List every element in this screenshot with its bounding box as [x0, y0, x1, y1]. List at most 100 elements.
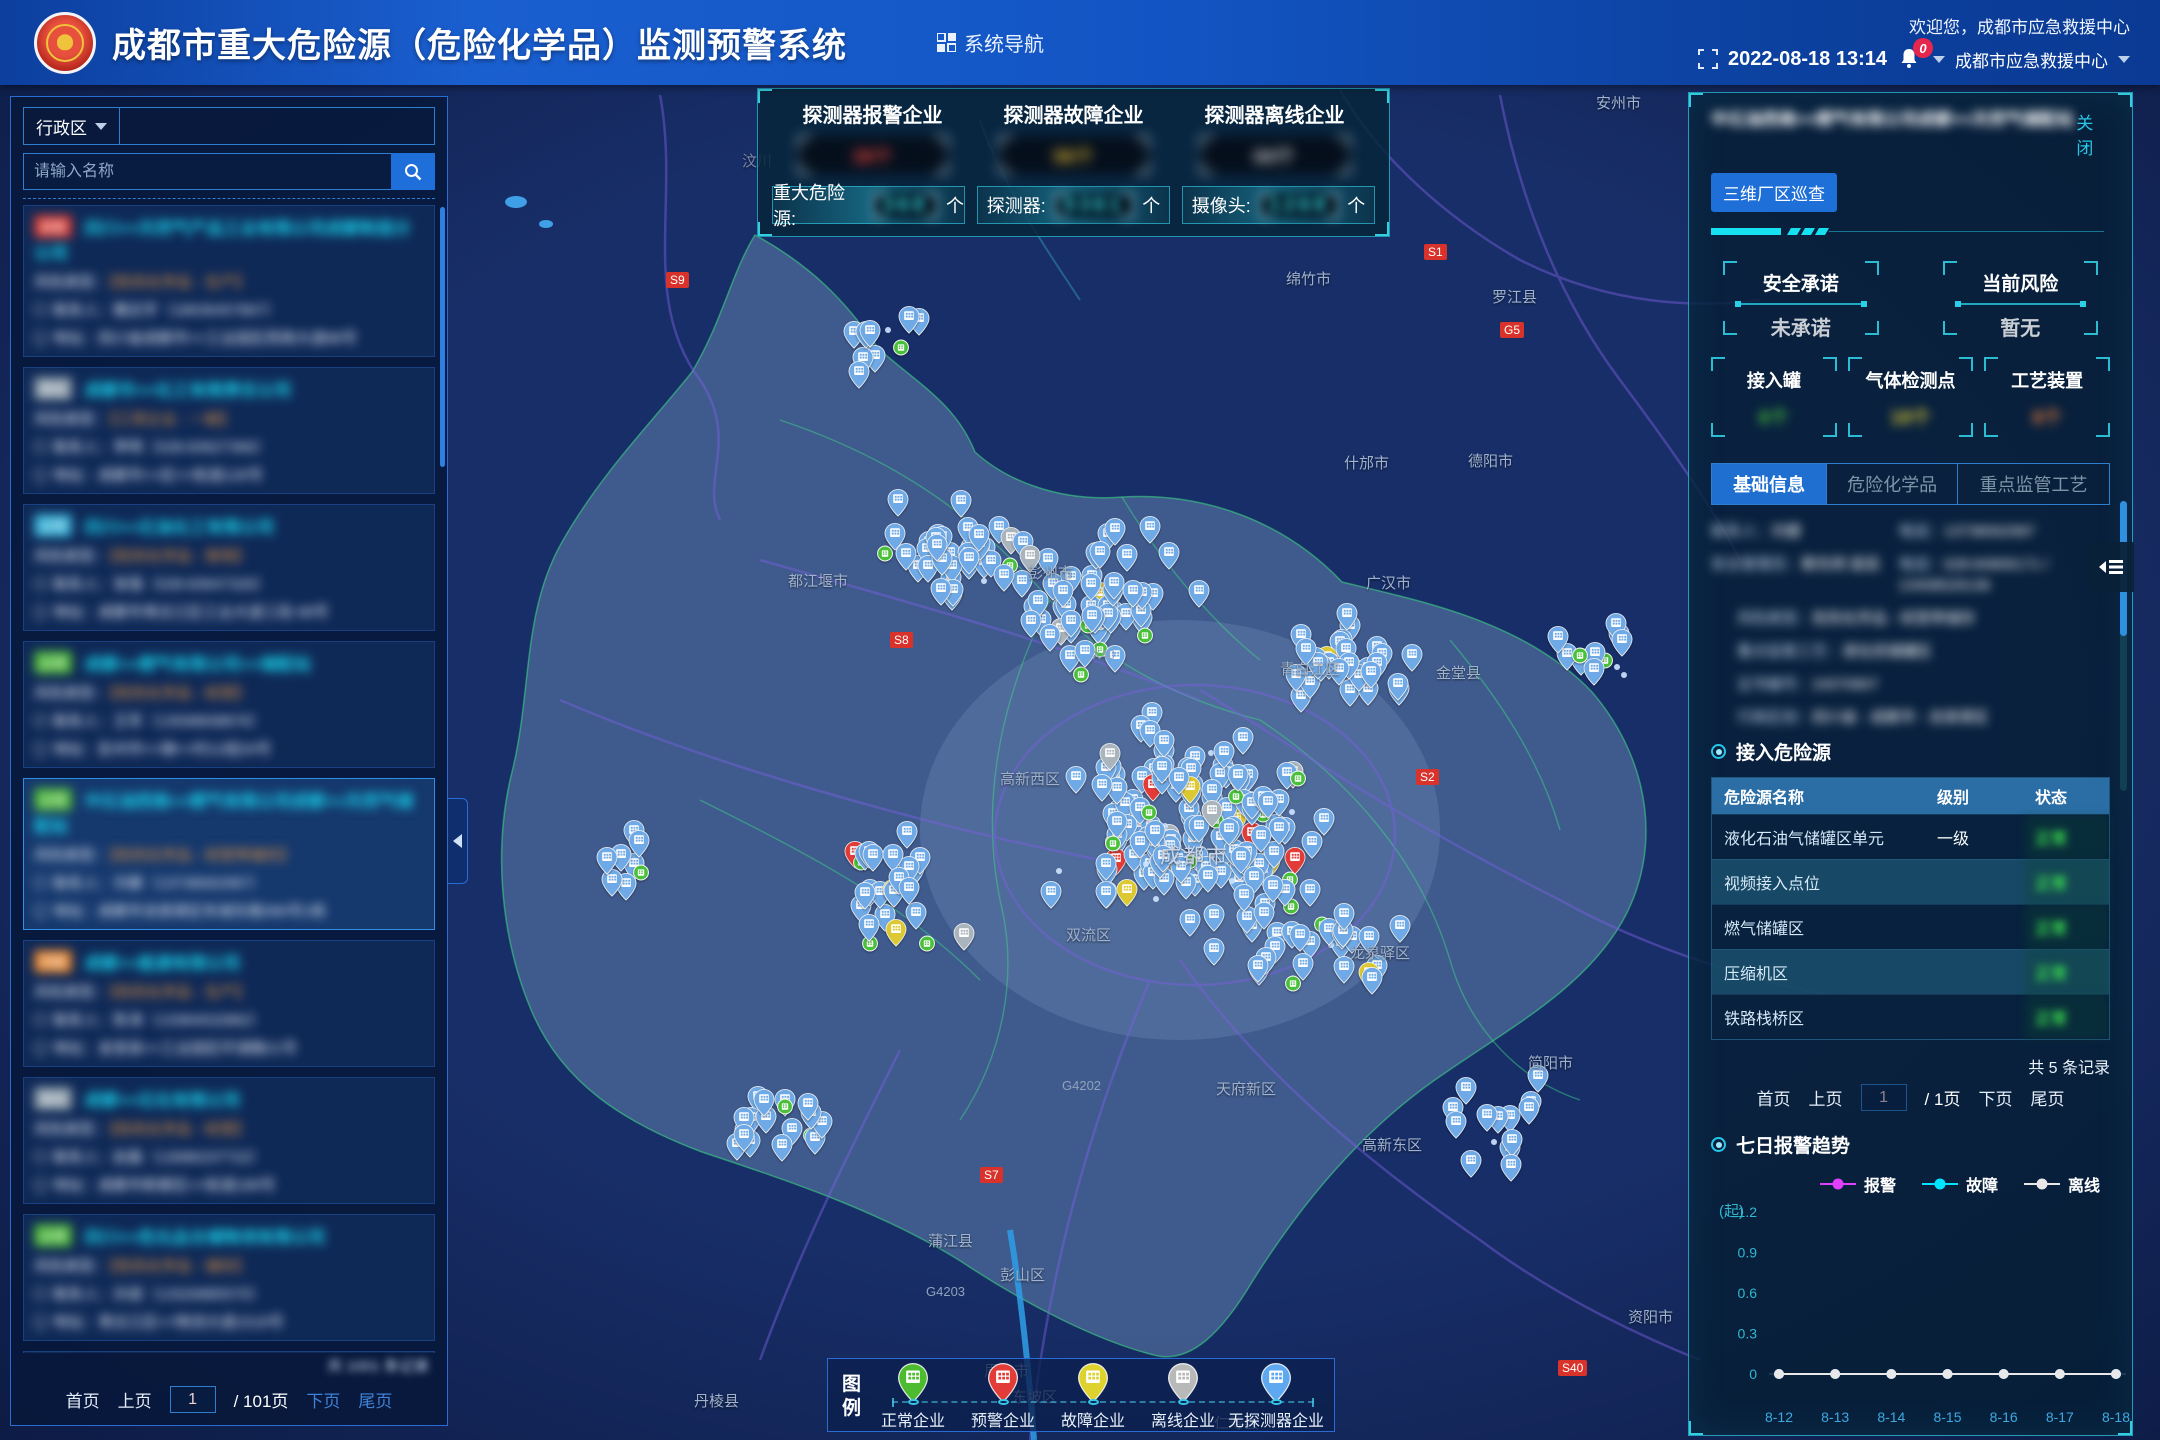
map-marker[interactable]: [1056, 868, 1062, 874]
page-next[interactable]: 下页: [1978, 1085, 2012, 1110]
page-next[interactable]: 下页: [306, 1387, 340, 1412]
map-marker[interactable]: [1456, 1077, 1477, 1105]
page-prev[interactable]: 上页: [1809, 1085, 1843, 1110]
factory-3d-tour-button[interactable]: 三维厂区巡查: [1711, 173, 1837, 212]
tab-key-process[interactable]: 重点监管工艺: [1958, 464, 2109, 504]
map-marker[interactable]: [1117, 544, 1138, 572]
map-marker[interactable]: [1105, 835, 1122, 852]
map-marker[interactable]: [1140, 804, 1157, 821]
map-marker[interactable]: [1548, 626, 1569, 654]
map-marker[interactable]: [994, 564, 1015, 592]
company-list-item[interactable]: 正常 成都××液化气储运有限公司 风险类型：【危险化学品 - 经营】 联系人：周…: [23, 1351, 435, 1353]
hazard-table-row[interactable]: 液化石油气储罐区单元 一级 正常: [1712, 814, 2109, 859]
fullscreen-icon[interactable]: [1698, 49, 1718, 69]
company-list-item[interactable]: 离线 成都××石化有限公司 风险类型：【危险化学品 - 经营】 联系人：赵磊（1…: [23, 1077, 435, 1204]
map-marker[interactable]: [1229, 878, 1235, 884]
map-marker[interactable]: [859, 914, 880, 942]
map-marker[interactable]: [1461, 1150, 1482, 1178]
map-marker[interactable]: [1611, 629, 1632, 657]
map-marker[interactable]: [1248, 955, 1269, 983]
map-marker[interactable]: [1143, 861, 1149, 867]
map-marker[interactable]: [1362, 967, 1383, 995]
map-marker[interactable]: [798, 1093, 819, 1121]
region-value-input[interactable]: [120, 108, 434, 144]
map-marker[interactable]: [1073, 666, 1090, 683]
map-marker[interactable]: [1052, 580, 1073, 608]
map-marker[interactable]: [1188, 580, 1209, 608]
map-marker[interactable]: [1268, 817, 1289, 845]
map-marker[interactable]: [1233, 884, 1254, 912]
map-marker[interactable]: [1122, 580, 1143, 608]
map-marker[interactable]: [1139, 516, 1160, 544]
map-marker[interactable]: [1360, 661, 1381, 689]
hazard-table-row[interactable]: 燃气储罐区 正常: [1712, 904, 2109, 949]
map-marker[interactable]: [1159, 542, 1180, 570]
hazard-table-row[interactable]: 视频接入点位 正常: [1712, 859, 2109, 904]
map-marker[interactable]: [1519, 1097, 1540, 1125]
map-marker[interactable]: [919, 935, 936, 952]
map-marker[interactable]: [930, 578, 951, 606]
map-marker[interactable]: [1476, 1104, 1497, 1132]
trend-legend-item[interactable]: 故障: [1922, 1172, 1998, 1196]
map-marker[interactable]: [892, 339, 909, 356]
map-marker[interactable]: [898, 877, 919, 905]
search-input[interactable]: [23, 153, 391, 190]
map-marker[interactable]: [1333, 903, 1354, 931]
page-first[interactable]: 首页: [66, 1387, 100, 1412]
map-marker[interactable]: [1299, 879, 1320, 907]
map-marker[interactable]: [771, 1134, 792, 1162]
map-marker[interactable]: [854, 882, 875, 910]
map-marker[interactable]: [1040, 881, 1061, 909]
map-marker[interactable]: [953, 923, 974, 951]
map-marker[interactable]: [1336, 603, 1357, 631]
map-marker[interactable]: [1614, 664, 1620, 670]
map-marker[interactable]: [1302, 831, 1323, 859]
map-marker[interactable]: [1290, 770, 1307, 787]
map-marker[interactable]: [1092, 774, 1113, 802]
map-marker[interactable]: [1290, 924, 1311, 952]
map-marker[interactable]: [1169, 767, 1190, 795]
tab-hazard-chemicals[interactable]: 危险化学品: [1827, 464, 1958, 504]
map-marker[interactable]: [1232, 727, 1253, 755]
trend-legend-item[interactable]: 离线: [2024, 1172, 2100, 1196]
map-marker[interactable]: [958, 547, 979, 575]
tab-basic-info[interactable]: 基础信息: [1712, 464, 1827, 504]
map-marker[interactable]: [1445, 1111, 1466, 1139]
map-marker[interactable]: [629, 830, 650, 858]
hazard-table-row[interactable]: 铁路栈桥区 正常: [1712, 994, 2109, 1039]
map-marker[interactable]: [753, 1089, 774, 1117]
detail-expand-handle[interactable]: [2088, 542, 2134, 592]
map-marker[interactable]: [1153, 730, 1174, 758]
map-marker[interactable]: [1491, 1139, 1497, 1145]
map-marker[interactable]: [860, 320, 881, 348]
user-menu[interactable]: 成都市应急救援中心: [1955, 47, 2108, 72]
map-marker[interactable]: [905, 902, 926, 930]
map-marker[interactable]: [1116, 879, 1137, 907]
notification-bell-icon[interactable]: 0: [1897, 46, 1923, 72]
map-marker[interactable]: [1096, 853, 1117, 881]
map-marker[interactable]: [1060, 610, 1081, 638]
map-marker[interactable]: [896, 543, 917, 571]
map-marker[interactable]: [1258, 791, 1279, 819]
map-marker[interactable]: [1179, 909, 1200, 937]
map-marker[interactable]: [1389, 915, 1410, 943]
map-marker[interactable]: [733, 1124, 754, 1152]
company-list-item[interactable]: 正常 四川××危化品仓储物流有限公司 风险类型：【危险化学品 - 储存】 联系人…: [23, 1214, 435, 1341]
map-marker[interactable]: [1250, 825, 1271, 853]
page-first[interactable]: 首页: [1757, 1085, 1791, 1110]
page-last[interactable]: 尾页: [358, 1387, 392, 1412]
map-marker[interactable]: [1203, 904, 1224, 932]
map-marker[interactable]: [1402, 644, 1423, 672]
map-marker[interactable]: [887, 489, 908, 517]
trend-legend-item[interactable]: 报警: [1820, 1172, 1896, 1196]
map-marker[interactable]: [1621, 672, 1627, 678]
system-nav-button[interactable]: 系统导航: [937, 28, 1044, 57]
sidebar-collapse-handle[interactable]: [448, 798, 468, 884]
map-marker[interactable]: [1065, 766, 1086, 794]
map-marker[interactable]: [1204, 938, 1225, 966]
map-marker[interactable]: [848, 361, 869, 389]
page-prev[interactable]: 上页: [118, 1387, 152, 1412]
company-list-item[interactable]: 正常 成都××燃气有限公司××储配站 风险类型：【危险化学品 - 经营】 联系人…: [23, 641, 435, 768]
map-marker[interactable]: [1292, 953, 1313, 981]
map-marker[interactable]: [927, 534, 948, 562]
